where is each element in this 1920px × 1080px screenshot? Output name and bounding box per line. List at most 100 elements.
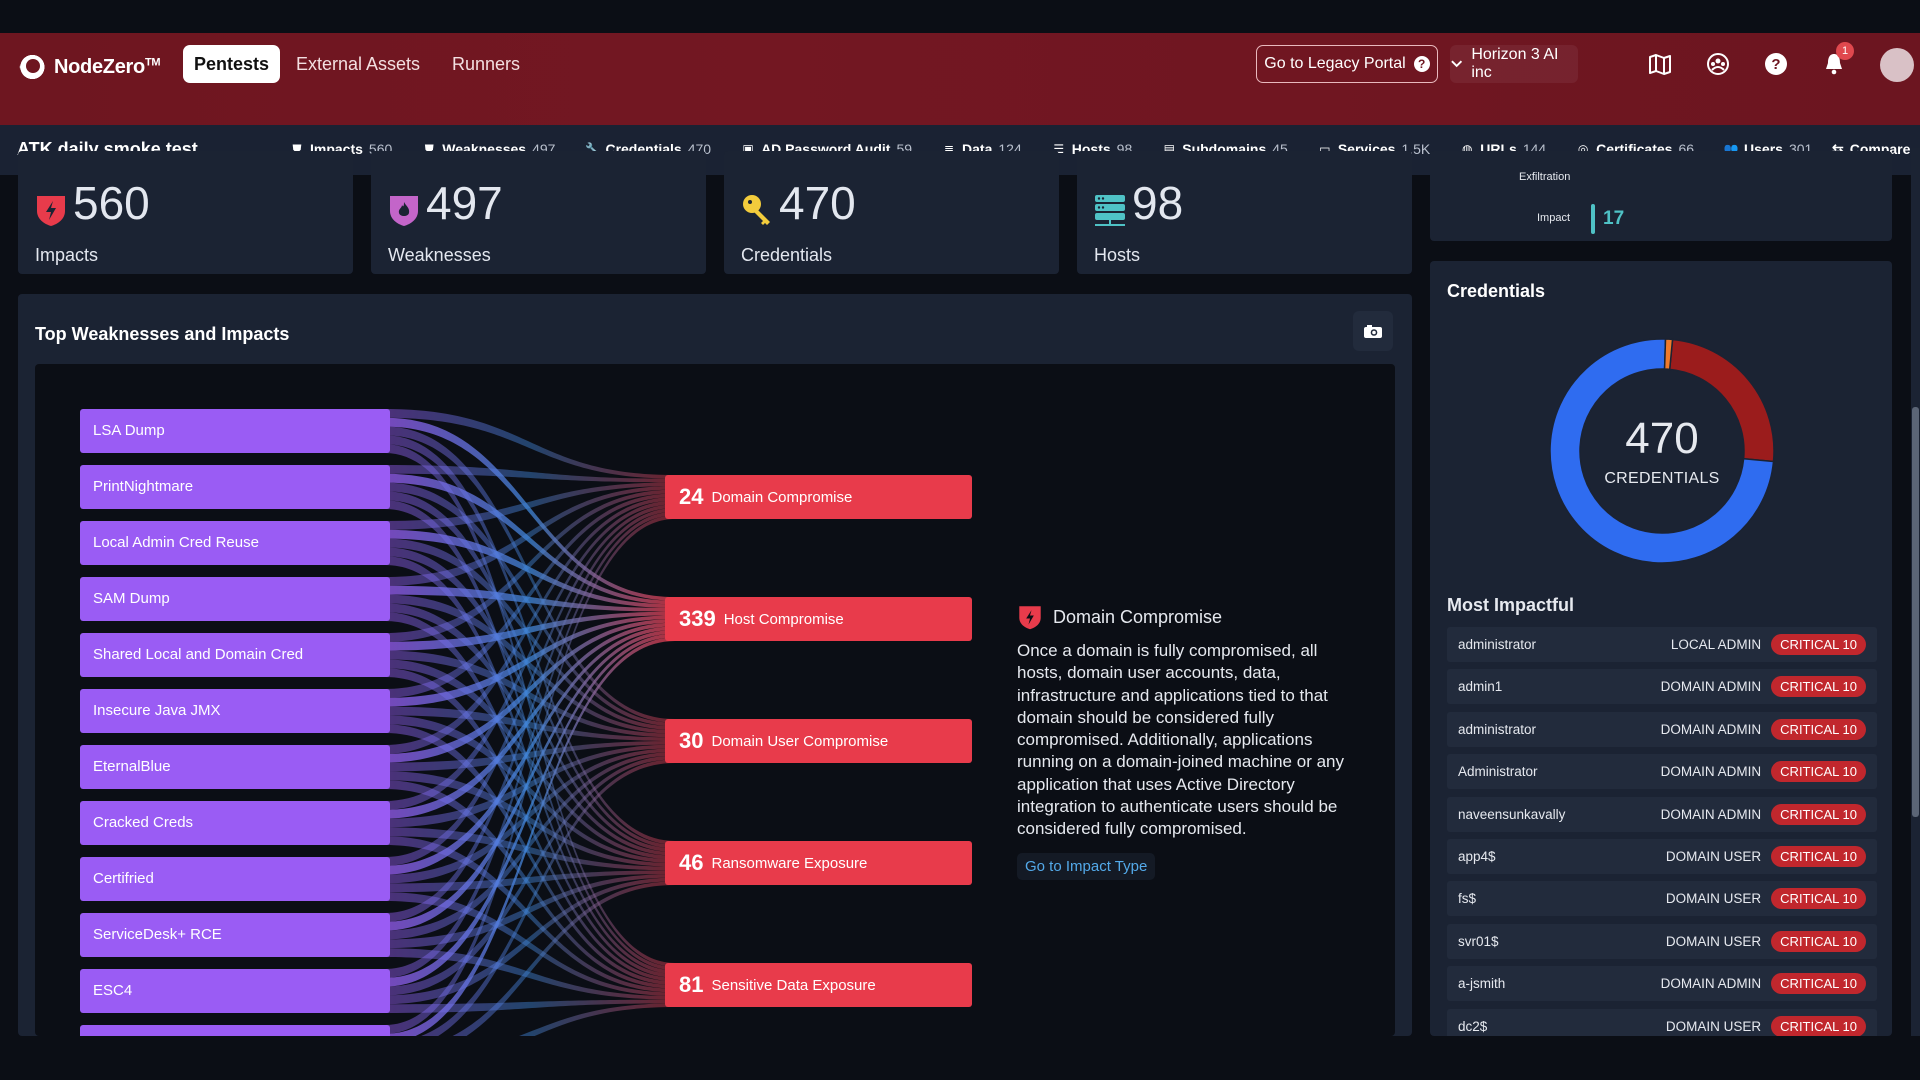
kpi-label: Credentials (741, 245, 833, 265)
weakness-node[interactable]: Insecure Java JMX (80, 689, 390, 733)
credential-role: DOMAIN USER (1665, 1018, 1762, 1034)
credential-name: svr01$ (1458, 933, 1499, 949)
kpi-value: 470 (779, 177, 856, 229)
svg-text:?: ? (1771, 56, 1780, 73)
credential-role: DOMAIN USER (1665, 848, 1762, 864)
impact-count: 339 (679, 606, 716, 631)
key-icon (743, 195, 770, 225)
impact-marker (1591, 204, 1595, 234)
weakness-node[interactable]: Certifried (80, 857, 390, 901)
severity-badge: CRITICAL 10 (1771, 930, 1866, 952)
kpi-card-credentials[interactable]: 470 Credentials (724, 151, 1059, 274)
credential-row[interactable]: app4$ DOMAIN USER CRITICAL 10 (1447, 838, 1877, 874)
credential-row[interactable]: admin1 DOMAIN ADMIN CRITICAL 10 (1447, 669, 1877, 705)
community-icon[interactable] (1701, 47, 1735, 81)
credential-row[interactable]: dc2$ DOMAIN USER CRITICAL 10 (1447, 1008, 1877, 1036)
credential-name: dc2$ (1458, 1018, 1488, 1034)
logo[interactable]: NodeZeroTM (12, 50, 161, 84)
org-selector[interactable]: Horizon 3 AI inc (1450, 45, 1578, 83)
impact-count: 81 (679, 972, 704, 997)
impact-label: Domain User Compromise (711, 732, 889, 750)
credential-name: Administrator (1458, 764, 1538, 780)
help-icon[interactable]: ? (1759, 47, 1793, 81)
most-impactful-list: administrator LOCAL ADMIN CRITICAL 10 adm… (1447, 627, 1877, 1036)
kpi-label: Weaknesses (388, 245, 491, 265)
weakness-node[interactable]: Cracked Creds (80, 801, 390, 845)
brand-name: NodeZero (54, 55, 145, 78)
credential-role: DOMAIN USER (1665, 933, 1762, 949)
credential-row[interactable]: Administrator DOMAIN ADMIN CRITICAL 10 (1447, 754, 1877, 790)
tab-external-assets[interactable]: External Assets (285, 45, 431, 83)
screenshot-button[interactable] (1353, 311, 1393, 351)
impact-label: Ransomware Exposure (711, 854, 868, 872)
kpi-card-weaknesses[interactable]: 497 Weaknesses (371, 151, 706, 274)
credential-name: administrator (1458, 637, 1537, 652)
most-impactful-title: Most Impactful (1447, 595, 1575, 615)
impact-label: Sensitive Data Exposure (711, 976, 876, 994)
impact-count: 46 (679, 850, 704, 875)
tab-pentests[interactable]: Pentests (183, 45, 281, 83)
kpi-value: 560 (73, 177, 150, 229)
severity-badge: CRITICAL 10 (1771, 888, 1866, 910)
severity-badge: CRITICAL 10 (1771, 634, 1866, 655)
notification-badge: 1 (1836, 42, 1854, 60)
severity-badge: CRITICAL 10 (1771, 718, 1866, 740)
impact-detail-title: Domain Compromise (1053, 606, 1223, 627)
credential-name: administrator (1458, 721, 1537, 737)
impact-node[interactable]: 46 Ransomware Exposure (665, 841, 972, 885)
credential-role: DOMAIN USER (1665, 891, 1762, 907)
impact-node[interactable]: 30 Domain User Compromise (665, 719, 972, 763)
severity-badge: CRITICAL 10 (1771, 973, 1866, 995)
credential-row[interactable]: a-jsmith DOMAIN ADMIN CRITICAL 10 (1447, 966, 1877, 1002)
impact-value: 17 (1603, 208, 1625, 229)
impact-label: Impact (1537, 212, 1571, 224)
server-icon (1095, 195, 1125, 226)
credential-row[interactable]: administrator DOMAIN ADMIN CRITICAL 10 (1447, 711, 1877, 747)
weakness-node[interactable]: PrintNightmare (80, 465, 390, 509)
legacy-portal-button[interactable]: Go to Legacy Portal ? (1256, 45, 1438, 83)
donut-label: CREDENTIALS (1604, 470, 1720, 487)
credential-name: app4$ (1458, 848, 1496, 864)
kpi-value: 98 (1132, 177, 1184, 229)
credential-row[interactable]: naveensunkavally DOMAIN ADMIN CRITICAL 1… (1447, 796, 1877, 832)
credential-row[interactable]: fs$ DOMAIN USER CRITICAL 10 (1447, 881, 1877, 917)
credential-row[interactable]: administrator LOCAL ADMIN CRITICAL 10 (1447, 627, 1877, 662)
weakness-node[interactable]: ESC4 (80, 969, 390, 1013)
chevron-down-icon (1451, 60, 1463, 68)
weakness-node[interactable]: Shared Local and Domain Cred (80, 633, 390, 677)
credentials-title: Credentials (1447, 281, 1546, 301)
impact-node[interactable]: 24 Domain Compromise (665, 475, 972, 519)
tab-runners[interactable]: Runners (441, 45, 531, 83)
weakness-node[interactable]: EternalBlue (80, 745, 390, 789)
credential-role: LOCAL ADMIN (1670, 637, 1762, 652)
weakness-node[interactable]: SAM Dump (80, 577, 390, 621)
shield-bolt-icon (37, 196, 65, 226)
top-nav: NodeZeroTM Pentests External Assets Runn… (0, 33, 1920, 125)
weakness-node-partial[interactable] (80, 1025, 390, 1036)
kpi-value: 497 (426, 177, 503, 229)
kpi-label: Impacts (35, 245, 99, 265)
weakness-node[interactable]: LSA Dump (80, 409, 390, 453)
kpi-card-impacts[interactable]: 560 Impacts (18, 151, 353, 274)
go-to-impact-type-link[interactable]: Go to Impact Type (1017, 852, 1156, 880)
shield-flame-icon (390, 196, 418, 226)
weakness-node[interactable]: ServiceDesk+ RCE (80, 913, 390, 957)
window-top-bar (0, 0, 1920, 33)
camera-icon (1364, 325, 1382, 338)
user-avatar[interactable] (1880, 48, 1914, 82)
kpi-card-hosts[interactable]: 98 Hosts (1077, 151, 1412, 274)
map-icon[interactable] (1643, 47, 1677, 81)
scrollbar-thumb[interactable] (1912, 407, 1919, 817)
credential-name: admin1 (1458, 679, 1503, 695)
weakness-node[interactable]: Local Admin Cred Reuse (80, 521, 390, 565)
impact-node[interactable]: 81 Sensitive Data Exposure (665, 963, 972, 1007)
credential-role: DOMAIN ADMIN (1660, 976, 1762, 992)
impact-count: 24 (679, 484, 704, 509)
credential-name: naveensunkavally (1458, 806, 1566, 822)
shield-bolt-icon (1019, 606, 1041, 630)
credential-role: DOMAIN ADMIN (1660, 764, 1762, 780)
help-circle-icon: ? (1413, 56, 1430, 72)
credential-row[interactable]: svr01$ DOMAIN USER CRITICAL 10 (1447, 923, 1877, 959)
impact-node[interactable]: 339 Host Compromise (665, 597, 972, 641)
severity-badge: CRITICAL 10 (1771, 803, 1866, 825)
